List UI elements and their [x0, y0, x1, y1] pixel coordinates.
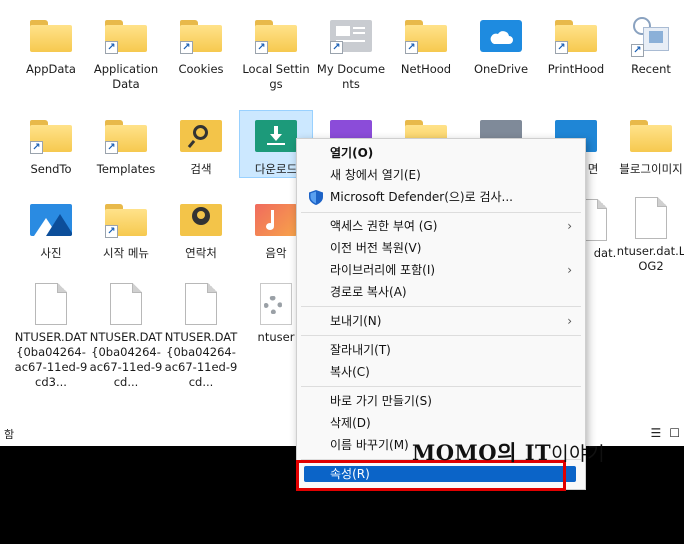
- item-label: SendTo: [30, 162, 72, 176]
- item-label: ntuser.dat.LOG2: [616, 244, 684, 273]
- file-icon: [104, 282, 148, 326]
- menu-item-include-library[interactable]: 라이브러리에 포함(I) ›: [300, 259, 582, 281]
- folder-appdata[interactable]: AppData: [14, 14, 88, 77]
- menu-separator: [301, 335, 581, 336]
- item-label: NTUSER.DAT{0ba04264-ac67-11ed-9cd...: [164, 330, 238, 389]
- menu-item-open[interactable]: 열기(O): [300, 142, 582, 164]
- folder-printhood[interactable]: ↗ PrintHood: [539, 14, 613, 77]
- folder-templates[interactable]: ↗ Templates: [89, 114, 163, 177]
- item-label: Application Data: [93, 62, 159, 91]
- view-switcher: ☰ ☐: [650, 426, 680, 440]
- folder-application-data[interactable]: ↗ Application Data: [89, 14, 163, 92]
- folder-search[interactable]: 검색: [164, 114, 238, 177]
- folder-shortcut-icon: ↗: [104, 114, 148, 158]
- onedrive-icon: [479, 14, 523, 58]
- menu-item-delete[interactable]: 삭제(D): [300, 412, 582, 434]
- folder-nethood[interactable]: ↗ NetHood: [389, 14, 463, 77]
- item-label: Recent: [631, 62, 671, 76]
- downloads-icon: [254, 114, 298, 158]
- item-label: My Documents: [316, 62, 386, 91]
- item-label: 연락처: [185, 246, 217, 260]
- search-folder-icon: [179, 114, 223, 158]
- file-ntuser-3[interactable]: NTUSER.DAT{0ba04264-ac67-11ed-9cd...: [164, 282, 238, 390]
- folder-my-documents[interactable]: ↗ My Documents: [314, 14, 388, 92]
- menu-item-open-new-window[interactable]: 새 창에서 열기(E): [300, 164, 582, 186]
- recent-icon: ↗: [629, 14, 673, 58]
- item-label: 시작 메뉴: [103, 246, 149, 260]
- watermark: MOMO의 IT이야기: [412, 437, 605, 467]
- menu-separator: [301, 386, 581, 387]
- menu-item-give-access[interactable]: 액세스 권한 부여 (G) ›: [300, 215, 582, 237]
- chevron-right-icon: ›: [567, 314, 572, 328]
- file-icon: [179, 282, 223, 326]
- item-label: Cookies: [178, 62, 224, 76]
- settings-file-icon: [254, 282, 298, 326]
- folder-contacts[interactable]: 연락처: [164, 198, 238, 261]
- folder-shortcut-icon: ↗: [179, 14, 223, 58]
- item-label: 블로그이미지: [619, 162, 683, 176]
- folder-shortcut-icon: ↗: [554, 14, 598, 58]
- folder-shortcut-icon: ↗: [104, 14, 148, 58]
- folder-shortcut-icon: ↗: [254, 14, 298, 58]
- folder-pictures[interactable]: 사진: [14, 198, 88, 261]
- menu-item-create-shortcut[interactable]: 바로 가기 만들기(S): [300, 390, 582, 412]
- item-label: NTUSER.DAT{0ba04264-ac67-11ed-9cd...: [89, 330, 163, 389]
- folder-shortcut-icon: ↗: [404, 14, 448, 58]
- details-view-icon[interactable]: ☰: [650, 426, 661, 440]
- menu-item-copy[interactable]: 복사(C): [300, 361, 582, 383]
- item-label: AppData: [26, 62, 76, 76]
- watermark-brand: MOMO의 IT: [412, 440, 552, 465]
- folder-shortcut-icon: ↗: [29, 114, 73, 158]
- file-ntuser-dat-log2[interactable]: ntuser.dat.LOG2: [614, 196, 684, 274]
- screen: AppData ↗ Application Data ↗ Cookies ↗ L…: [0, 0, 684, 544]
- item-label: NTUSER.DAT{0ba04264-ac67-11ed-9cd3...: [14, 330, 88, 389]
- item-label: PrintHood: [547, 62, 605, 76]
- file-icon: [629, 196, 673, 240]
- folder-icon: [629, 114, 673, 158]
- menu-item-cut[interactable]: 잘라내기(T): [300, 339, 582, 361]
- folder-sendto[interactable]: ↗ SendTo: [14, 114, 88, 177]
- folder-recent[interactable]: ↗ Recent: [614, 14, 684, 77]
- status-text: 함: [4, 428, 15, 441]
- file-icon: [29, 282, 73, 326]
- menu-item-restore-previous[interactable]: 이전 버전 복원(V): [300, 237, 582, 259]
- item-label: NetHood: [400, 62, 452, 76]
- chevron-right-icon: ›: [567, 263, 572, 277]
- folder-cookies[interactable]: ↗ Cookies: [164, 14, 238, 77]
- folder-local-settings[interactable]: ↗ Local Settings: [239, 14, 313, 92]
- pictures-icon: [29, 198, 73, 242]
- documents-icon: ↗: [329, 14, 373, 58]
- item-label: 검색: [190, 162, 212, 176]
- item-label: 사진: [40, 246, 62, 260]
- music-icon: [254, 198, 298, 242]
- menu-separator: [301, 306, 581, 307]
- item-label: Templates: [96, 162, 156, 176]
- file-ntuser-2[interactable]: NTUSER.DAT{0ba04264-ac67-11ed-9cd...: [89, 282, 163, 390]
- menu-item-send-to[interactable]: 보내기(N) ›: [300, 310, 582, 332]
- chevron-right-icon: ›: [567, 219, 572, 233]
- menu-item-label: 액세스 권한 부여 (G): [330, 219, 438, 233]
- folder-blog-images[interactable]: 블로그이미지: [614, 114, 684, 177]
- file-ntuser-1[interactable]: NTUSER.DAT{0ba04264-ac67-11ed-9cd3...: [14, 282, 88, 390]
- item-label: Local Settings: [242, 62, 310, 91]
- folder-onedrive[interactable]: OneDrive: [464, 14, 538, 77]
- folder-icon: [29, 14, 73, 58]
- menu-item-label: Microsoft Defender(으)로 검사...: [330, 190, 513, 204]
- menu-item-label: 라이브러리에 포함(I): [330, 263, 436, 277]
- folder-shortcut-icon: ↗: [104, 198, 148, 242]
- contacts-icon: [179, 198, 223, 242]
- menu-item-defender-scan[interactable]: Microsoft Defender(으)로 검사...: [300, 186, 582, 208]
- watermark-suffix: 이야기: [551, 443, 606, 465]
- menu-separator: [301, 212, 581, 213]
- menu-item-label: 보내기(N): [330, 314, 382, 328]
- item-label: OneDrive: [473, 62, 529, 76]
- large-icons-view-icon[interactable]: ☐: [669, 426, 680, 440]
- defender-shield-icon: [309, 190, 323, 205]
- folder-start-menu[interactable]: ↗ 시작 메뉴: [89, 198, 163, 261]
- menu-item-copy-path[interactable]: 경로로 복사(A): [300, 281, 582, 303]
